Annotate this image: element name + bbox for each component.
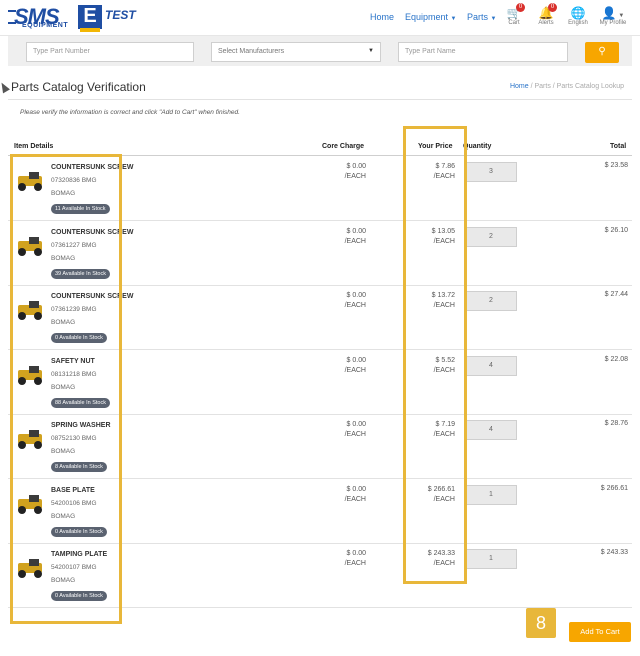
core-charge-value: $ 0.00 xyxy=(346,292,366,299)
quantity-field[interactable]: 3 xyxy=(465,162,517,182)
add-to-cart-button[interactable]: Add To Cart xyxy=(569,622,631,642)
nav-parts-label: Parts xyxy=(467,12,489,22)
page-title: Parts Catalog Verification xyxy=(11,80,146,94)
nav-home-link[interactable]: Home xyxy=(370,12,394,22)
logo-test-text: TEST xyxy=(105,8,136,22)
part-name-input[interactable]: Type Part Name xyxy=(398,42,568,62)
line-total: $ 26.10 xyxy=(604,226,628,234)
breadcrumb: Home / Parts / Parts Catalog Lookup xyxy=(510,83,624,90)
instruction-text: Please verify the information is correct… xyxy=(20,109,240,116)
core-charge-unit: /EACH xyxy=(344,237,366,245)
caret-down-icon: ▼ xyxy=(450,16,457,22)
part-number-input[interactable]: Type Part Number xyxy=(26,42,194,62)
sms-equipment-logo[interactable]: SMS EQUIPMENT E TEST xyxy=(8,4,136,32)
line-total: $ 22.08 xyxy=(604,355,628,363)
alerts-count-badge: 0 xyxy=(548,3,557,12)
core-charge-cell: $ 0.00/EACH xyxy=(345,356,366,376)
line-total: $ 266.61 xyxy=(600,484,628,492)
alerts-button[interactable]: 🔔 0 Alerts xyxy=(533,3,559,26)
dropdown-arrow-icon: ▼ xyxy=(368,48,374,54)
step-number-badge: 8 xyxy=(526,608,556,638)
line-total: $ 28.76 xyxy=(604,420,628,427)
core-charge-cell: $ 0.00/EACH xyxy=(345,162,366,182)
breadcrumb-home-link[interactable]: Home xyxy=(510,83,529,90)
alerts-label: Alerts xyxy=(538,20,554,26)
search-icon: ⚲ xyxy=(598,46,606,57)
nav-parts-menu[interactable]: Parts ▼ xyxy=(467,12,496,22)
core-charge-cell: $ 0.00/EACH xyxy=(345,291,366,311)
language-button[interactable]: 🌐 English xyxy=(565,6,591,26)
manufacturer-select[interactable]: Select Manufacturers ▼ xyxy=(211,42,381,62)
profile-label: My Profile xyxy=(599,20,627,26)
line-total: $ 23.58 xyxy=(604,162,628,169)
core-charge-cell: $ 0.00/EACH xyxy=(345,485,366,505)
cart-label: Cart xyxy=(508,20,520,26)
top-header: SMS EQUIPMENT E TEST Home Equipment ▼ Pa… xyxy=(0,0,640,36)
quantity-field[interactable]: 2 xyxy=(465,226,517,247)
globe-icon: 🌐 xyxy=(570,6,586,20)
cart-button[interactable]: 🛒 0 Cart xyxy=(501,3,527,26)
quantity-field[interactable]: 4 xyxy=(465,355,517,376)
highlight-your-price xyxy=(403,126,467,584)
logo-e-box: E xyxy=(78,5,102,29)
logo-equipment-text: EQUIPMENT xyxy=(22,22,69,29)
column-header-quantity: Quantity xyxy=(463,143,492,150)
core-charge-unit: /EACH xyxy=(344,302,366,309)
highlight-item-details xyxy=(10,154,122,624)
core-charge-cell: $ 0.00/EACH xyxy=(345,420,366,440)
breadcrumb-parts-link[interactable]: Parts xyxy=(534,83,550,90)
caret-down-icon: ▼ xyxy=(490,16,497,22)
line-total: $ 27.44 xyxy=(604,291,628,298)
mouse-cursor-icon xyxy=(0,80,10,94)
language-label: English xyxy=(568,20,588,26)
cart-icon: 🛒 0 xyxy=(501,3,527,20)
core-charge-cell: $ 0.00/EACH xyxy=(345,227,366,247)
quantity-field[interactable]: 1 xyxy=(465,549,517,569)
column-header-item-details: Item Details xyxy=(14,143,54,150)
core-charge-unit: /EACH xyxy=(344,366,366,374)
core-charge-value: $ 0.00 xyxy=(346,356,366,364)
core-charge-value: $ 0.00 xyxy=(346,485,366,493)
search-button[interactable]: ⚲ xyxy=(585,42,619,63)
quantity-field[interactable]: 1 xyxy=(465,484,517,505)
core-charge-cell: $ 0.00/EACH xyxy=(345,549,366,569)
core-charge-unit: /EACH xyxy=(344,431,366,438)
bell-icon: 🔔 0 xyxy=(533,3,559,20)
core-charge-value: $ 0.00 xyxy=(346,421,366,428)
nav-equipment-menu[interactable]: Equipment ▼ xyxy=(405,12,457,22)
quantity-field[interactable]: 4 xyxy=(465,420,517,440)
profile-menu[interactable]: 👤 ▼ My Profile xyxy=(596,6,630,26)
core-charge-unit: /EACH xyxy=(344,560,366,567)
core-charge-value: $ 0.00 xyxy=(346,163,366,170)
user-icon: 👤 ▼ xyxy=(601,6,625,20)
nav-equipment-label: Equipment xyxy=(405,12,449,22)
divider xyxy=(8,99,632,100)
core-charge-value: $ 0.00 xyxy=(346,550,366,557)
column-header-total: Total xyxy=(610,143,627,150)
core-charge-unit: /EACH xyxy=(344,173,366,180)
cart-count-badge: 0 xyxy=(516,3,525,12)
line-total: $ 243.33 xyxy=(600,549,628,556)
core-charge-value: $ 0.00 xyxy=(346,227,366,235)
column-header-core-charge: Core Charge xyxy=(322,143,365,150)
logo-e-underbar xyxy=(80,28,100,32)
manufacturer-select-label: Select Manufacturers xyxy=(218,48,285,55)
quantity-field[interactable]: 2 xyxy=(465,291,517,311)
core-charge-unit: /EACH xyxy=(344,495,366,503)
breadcrumb-current: Parts Catalog Lookup xyxy=(556,83,624,90)
